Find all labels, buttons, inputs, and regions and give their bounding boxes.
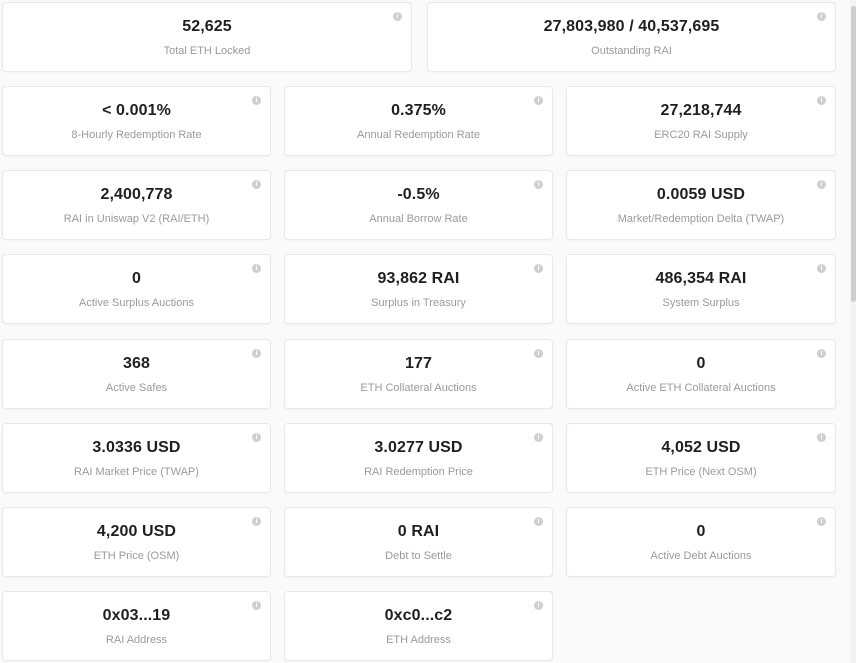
outstanding-rai-label: Outstanding RAI bbox=[591, 45, 672, 57]
info-icon[interactable]: i bbox=[252, 96, 261, 105]
hourly-redemption-rate-card: < 0.001% 8-Hourly Redemption Rate i bbox=[2, 86, 271, 156]
active-surplus-auctions-label: Active Surplus Auctions bbox=[79, 297, 194, 309]
active-eth-collateral-auctions-card: 0 Active ETH Collateral Auctions i bbox=[566, 339, 836, 409]
outstanding-rai-value: 27,803,980 / 40,537,695 bbox=[543, 18, 720, 35]
annual-redemption-rate-card: 0.375% Annual Redemption Rate i bbox=[284, 86, 553, 156]
info-icon[interactable]: i bbox=[534, 517, 543, 526]
eth-collateral-auctions-label: ETH Collateral Auctions bbox=[360, 382, 477, 394]
rai-address-value[interactable]: 0x03...19 bbox=[3, 607, 270, 625]
eth-address-label: ETH Address bbox=[386, 634, 451, 646]
annual-borrow-rate-card: -0.5% Annual Borrow Rate i bbox=[284, 170, 553, 240]
stats-dashboard: 52,625 Total ETH Locked i 27,803,980 / 4… bbox=[0, 0, 856, 663]
eth-address-card[interactable]: 0xc0...c2 ETH Address i bbox=[284, 591, 553, 661]
annual-borrow-rate-value: -0.5% bbox=[397, 186, 440, 203]
info-icon[interactable]: i bbox=[393, 12, 402, 21]
eth-price-next-osm-card: 4,052 USD ETH Price (Next OSM) i bbox=[566, 423, 836, 493]
total-eth-locked-label: Total ETH Locked bbox=[163, 45, 251, 57]
eth-price-next-osm-label: ETH Price (Next OSM) bbox=[645, 466, 757, 478]
rai-market-price-label: RAI Market Price (TWAP) bbox=[74, 466, 199, 478]
eth-address-value[interactable]: 0xc0...c2 bbox=[285, 607, 552, 625]
active-eth-collateral-auctions-value: 0 bbox=[696, 355, 706, 372]
info-icon[interactable]: i bbox=[534, 264, 543, 273]
surplus-in-treasury-value: 93,862 RAI bbox=[377, 270, 460, 287]
total-eth-locked-card: 52,625 Total ETH Locked i bbox=[2, 2, 412, 72]
erc20-rai-supply-value: 27,218,744 bbox=[660, 102, 742, 119]
debt-to-settle-label: Debt to Settle bbox=[385, 550, 452, 562]
info-icon[interactable]: i bbox=[534, 96, 543, 105]
rai-redemption-price-value: 3.0277 USD bbox=[374, 439, 463, 456]
rai-in-uniswap-card: 2,400,778 RAI in Uniswap V2 (RAI/ETH) i bbox=[2, 170, 271, 240]
market-redemption-delta-label: Market/Redemption Delta (TWAP) bbox=[617, 213, 785, 225]
hourly-redemption-rate-label: 8-Hourly Redemption Rate bbox=[71, 129, 202, 141]
info-icon[interactable]: i bbox=[252, 180, 261, 189]
info-icon[interactable]: i bbox=[817, 96, 826, 105]
market-redemption-delta-card: 0.0059 USD Market/Redemption Delta (TWAP… bbox=[566, 170, 836, 240]
active-surplus-auctions-card: 0 Active Surplus Auctions i bbox=[2, 254, 271, 324]
debt-to-settle-card: 0 RAI Debt to Settle i bbox=[284, 507, 553, 577]
info-icon[interactable]: i bbox=[534, 349, 543, 358]
active-debt-auctions-value: 0 bbox=[696, 523, 706, 540]
active-debt-auctions-label: Active Debt Auctions bbox=[650, 550, 752, 562]
info-icon[interactable]: i bbox=[252, 601, 261, 610]
active-safes-card: 368 Active Safes i bbox=[2, 339, 271, 409]
eth-price-osm-card: 4,200 USD ETH Price (OSM) i bbox=[2, 507, 271, 577]
info-icon[interactable]: i bbox=[817, 12, 826, 21]
info-icon[interactable]: i bbox=[534, 601, 543, 610]
rai-market-price-card: 3.0336 USD RAI Market Price (TWAP) i bbox=[2, 423, 271, 493]
hourly-redemption-rate-value: < 0.001% bbox=[102, 102, 171, 119]
info-icon[interactable]: i bbox=[817, 180, 826, 189]
system-surplus-label: System Surplus bbox=[662, 297, 740, 309]
info-icon[interactable]: i bbox=[252, 517, 261, 526]
eth-price-osm-label: ETH Price (OSM) bbox=[93, 550, 180, 562]
total-eth-locked-value: 52,625 bbox=[182, 18, 232, 35]
info-icon[interactable]: i bbox=[534, 180, 543, 189]
info-icon[interactable]: i bbox=[534, 433, 543, 442]
annual-redemption-rate-value: 0.375% bbox=[391, 102, 446, 119]
info-icon[interactable]: i bbox=[817, 349, 826, 358]
active-eth-collateral-auctions-label: Active ETH Collateral Auctions bbox=[626, 382, 776, 394]
info-icon[interactable]: i bbox=[817, 264, 826, 273]
system-surplus-card: 486,354 RAI System Surplus i bbox=[566, 254, 836, 324]
rai-in-uniswap-value: 2,400,778 bbox=[100, 186, 173, 203]
surplus-in-treasury-card: 93,862 RAI Surplus in Treasury i bbox=[284, 254, 553, 324]
rai-in-uniswap-label: RAI in Uniswap V2 (RAI/ETH) bbox=[63, 213, 210, 225]
annual-borrow-rate-label: Annual Borrow Rate bbox=[369, 213, 468, 225]
info-icon[interactable]: i bbox=[252, 349, 261, 358]
annual-redemption-rate-label: Annual Redemption Rate bbox=[357, 129, 480, 141]
system-surplus-value: 486,354 RAI bbox=[655, 270, 747, 287]
rai-address-label: RAI Address bbox=[105, 634, 168, 646]
rai-address-card[interactable]: 0x03...19 RAI Address i bbox=[2, 591, 271, 661]
rai-market-price-value: 3.0336 USD bbox=[92, 439, 181, 456]
scrollbar-thumb[interactable] bbox=[851, 6, 856, 302]
erc20-rai-supply-label: ERC20 RAI Supply bbox=[654, 129, 748, 141]
surplus-in-treasury-label: Surplus in Treasury bbox=[371, 297, 466, 309]
active-safes-label: Active Safes bbox=[105, 382, 168, 394]
info-icon[interactable]: i bbox=[252, 264, 261, 273]
erc20-rai-supply-card: 27,218,744 ERC20 RAI Supply i bbox=[566, 86, 836, 156]
market-redemption-delta-value: 0.0059 USD bbox=[656, 186, 746, 203]
eth-collateral-auctions-card: 177 ETH Collateral Auctions i bbox=[284, 339, 553, 409]
rai-redemption-price-card: 3.0277 USD RAI Redemption Price i bbox=[284, 423, 553, 493]
active-safes-value: 368 bbox=[123, 355, 150, 372]
active-surplus-auctions-value: 0 bbox=[132, 270, 141, 287]
rai-redemption-price-label: RAI Redemption Price bbox=[364, 466, 473, 478]
info-icon[interactable]: i bbox=[817, 433, 826, 442]
info-icon[interactable]: i bbox=[252, 433, 261, 442]
debt-to-settle-value: 0 RAI bbox=[397, 523, 440, 540]
eth-collateral-auctions-value: 177 bbox=[405, 355, 432, 372]
active-debt-auctions-card: 0 Active Debt Auctions i bbox=[566, 507, 836, 577]
eth-price-next-osm-value: 4,052 USD bbox=[661, 439, 741, 456]
info-icon[interactable]: i bbox=[817, 517, 826, 526]
outstanding-rai-card: 27,803,980 / 40,537,695 Outstanding RAI … bbox=[427, 2, 836, 72]
eth-price-osm-value: 4,200 USD bbox=[96, 523, 177, 540]
vertical-scrollbar[interactable] bbox=[850, 0, 856, 663]
